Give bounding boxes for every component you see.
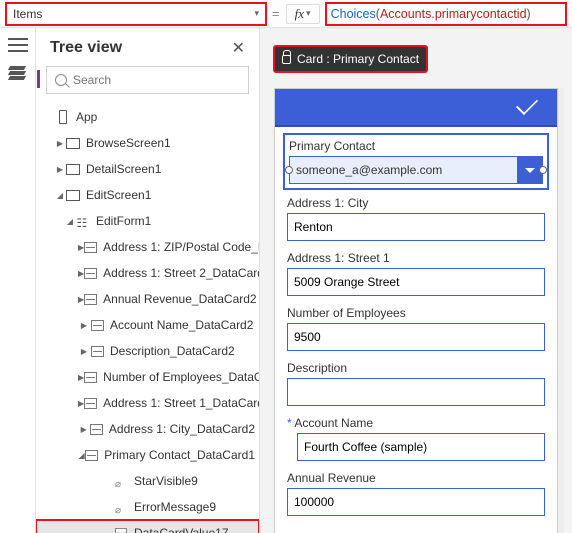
tree-node-editform[interactable]: ◢ EditForm1 [36, 208, 259, 234]
tree-label: Primary Contact_DataCard1 [104, 448, 255, 462]
tree-label: BrowseScreen1 [86, 136, 171, 150]
datacard-revenue[interactable]: Annual Revenue [287, 471, 545, 516]
tree-view-panel: Tree view ✕ ▶ App ▶ BrowseScreen1 ▶ Deta… [36, 28, 260, 533]
tree-label: EditScreen1 [86, 188, 151, 202]
tree-node-card-city[interactable]: ▶ Address 1: City_DataCard2 [36, 416, 259, 442]
tree-node-datacardvalue[interactable]: DataCardValue17 [36, 520, 259, 533]
tree-label: App [76, 110, 97, 124]
tree-node-errormessage[interactable]: ErrorMessage9 [36, 494, 259, 520]
text-input-description[interactable] [287, 378, 545, 406]
combobox-primary-contact[interactable] [289, 156, 543, 184]
datacard-employees[interactable]: Number of Employees [287, 306, 545, 351]
tree-node-card-zip[interactable]: ▶ Address 1: ZIP/Postal Code_DataCard2 [36, 234, 259, 260]
field-label: Description [287, 361, 545, 375]
chevron-down-icon[interactable] [517, 156, 543, 184]
tree-label: Account Name_DataCard2 [110, 318, 253, 332]
equals-label: = [272, 6, 280, 21]
tree-node-card-account[interactable]: ▶ Account Name_DataCard2 [36, 312, 259, 338]
left-rail [0, 28, 36, 533]
tree-node-app[interactable]: ▶ App [36, 104, 259, 130]
property-formula-bar: Items ▾ = fx ▾ Choices(Accounts.primaryc… [0, 0, 572, 28]
canvas: Card : Primary Contact Primary Contact A… [260, 28, 572, 533]
tree-label: Address 1: ZIP/Postal Code_DataCard2 [103, 240, 259, 254]
text-input-city[interactable] [287, 213, 545, 241]
formula-function: Choices [331, 7, 376, 21]
field-label: Address 1: Street 1 [287, 251, 545, 265]
datacard-account[interactable]: Account Name [287, 416, 545, 461]
fx-button[interactable]: fx ▾ [286, 4, 320, 24]
text-input-employees[interactable] [287, 323, 545, 351]
hamburger-icon[interactable] [8, 38, 28, 52]
fx-label: fx [295, 6, 304, 22]
formula-argument: Accounts.primarycontactid [380, 7, 527, 21]
tree-node-detailscreen[interactable]: ▶ DetailScreen1 [36, 156, 259, 182]
tree-node-card-revenue[interactable]: ▶ Annual Revenue_DataCard2 [36, 286, 259, 312]
field-label: Primary Contact [289, 139, 543, 153]
text-input-street1[interactable] [287, 268, 545, 296]
tree-node-editscreen[interactable]: ◢ EditScreen1 [36, 182, 259, 208]
chevron-down-icon: ▾ [254, 8, 259, 19]
formula-bar-input[interactable]: Choices(Accounts.primarycontactid) [326, 3, 566, 25]
datacard-city[interactable]: Address 1: City [287, 196, 545, 241]
tree-label: Address 1: Street 2_DataCard2 [103, 266, 259, 280]
text-input-account[interactable] [297, 433, 545, 461]
datacard-primary-contact[interactable]: Primary Contact [287, 137, 545, 186]
tree-label: Number of Employees_DataCard2 [103, 370, 259, 384]
tree-label: DataCardValue17 [134, 526, 229, 533]
tree-label: Description_DataCard2 [110, 344, 235, 358]
field-label: Address 1: City [287, 196, 545, 210]
tree-node-starvisible[interactable]: StarVisible9 [36, 468, 259, 494]
phone-form-preview: Primary Contact Address 1: City Address … [274, 88, 558, 533]
tree-search-box[interactable] [46, 66, 249, 94]
tree-label: Address 1: Street 1_DataCard2 [103, 396, 259, 410]
tree-label: Annual Revenue_DataCard2 [103, 292, 256, 306]
tree-node-card-employees[interactable]: ▶ Number of Employees_DataCard2 [36, 364, 259, 390]
lock-icon [282, 55, 291, 64]
property-selector[interactable]: Items ▾ [6, 3, 266, 25]
tree-node-card-street2[interactable]: ▶ Address 1: Street 2_DataCard2 [36, 260, 259, 286]
card-selection-chip[interactable]: Card : Primary Contact [274, 46, 427, 72]
datacard-description[interactable]: Description [287, 361, 545, 406]
field-label: Number of Employees [287, 306, 545, 320]
tree-label: EditForm1 [96, 214, 151, 228]
chevron-down-icon: ▾ [306, 8, 311, 19]
search-input[interactable] [73, 73, 240, 87]
close-icon[interactable]: ✕ [232, 38, 245, 58]
datacard-street1[interactable]: Address 1: Street 1 [287, 251, 545, 296]
tree-node-card-description[interactable]: ▶ Description_DataCard2 [36, 338, 259, 364]
text-input-revenue[interactable] [287, 488, 545, 516]
field-label: Account Name [297, 416, 545, 430]
form-titlebar [275, 89, 557, 127]
tree-label: StarVisible9 [134, 474, 198, 488]
card-chip-label: Card : Primary Contact [297, 52, 419, 66]
property-selector-value: Items [13, 7, 42, 21]
tree-label: ErrorMessage9 [134, 500, 216, 514]
tree: ▶ App ▶ BrowseScreen1 ▶ DetailScreen1 ◢ … [36, 104, 259, 533]
tree-node-browsescreen[interactable]: ▶ BrowseScreen1 [36, 130, 259, 156]
tree-view-icon[interactable] [9, 66, 27, 80]
active-rail-indicator [37, 70, 40, 88]
search-icon [55, 74, 67, 86]
tree-label: DetailScreen1 [86, 162, 161, 176]
field-label: Annual Revenue [287, 471, 545, 485]
combobox-input[interactable] [289, 156, 517, 184]
tree-node-card-street1[interactable]: ▶ Address 1: Street 1_DataCard2 [36, 390, 259, 416]
tree-view-title: Tree view [50, 39, 122, 57]
tree-node-card-primary[interactable]: ◢ Primary Contact_DataCard1 [36, 442, 259, 468]
tree-label: Address 1: City_DataCard2 [109, 422, 255, 436]
submit-check-icon[interactable] [516, 93, 538, 115]
